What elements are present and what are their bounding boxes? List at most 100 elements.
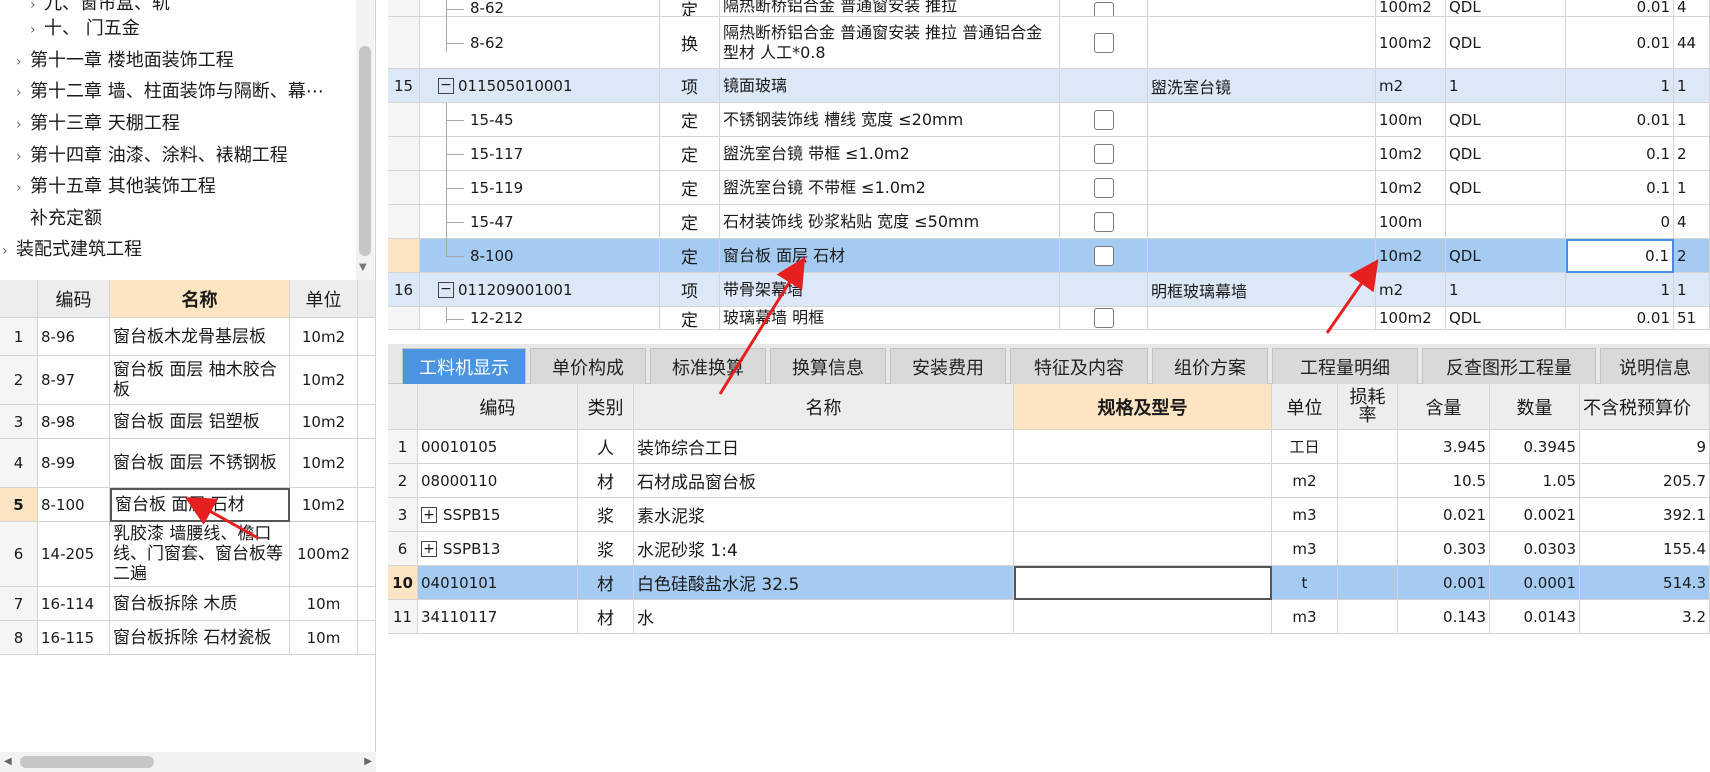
- upper-row-unit[interactable]: m2: [1376, 273, 1446, 307]
- lower-row-unit[interactable]: 工日: [1272, 430, 1338, 464]
- lower-header-loss[interactable]: 损耗率: [1338, 384, 1398, 430]
- upper-row-description[interactable]: [1148, 205, 1376, 239]
- main-material-checkbox[interactable]: [1093, 245, 1114, 266]
- lower-row-price[interactable]: 9: [1580, 430, 1710, 464]
- lower-row-spec[interactable]: [1014, 566, 1272, 600]
- lower-header-code[interactable]: 编码: [418, 384, 578, 430]
- main-material-checkbox[interactable]: [1093, 143, 1114, 164]
- list-header-code[interactable]: 编码: [38, 280, 110, 318]
- lower-row-code[interactable]: + SSPB15: [418, 498, 578, 532]
- collapse-icon[interactable]: −: [438, 77, 454, 94]
- lower-row-name[interactable]: 装饰综合工日: [634, 430, 1014, 464]
- upper-row-unit[interactable]: 100m: [1376, 103, 1446, 137]
- tab-6[interactable]: 特征及内容: [1010, 348, 1148, 384]
- tab-4[interactable]: 换算信息: [770, 348, 886, 384]
- tab-8[interactable]: 工程量明细: [1272, 348, 1418, 384]
- lower-row-unit[interactable]: m3: [1272, 498, 1338, 532]
- lower-row-content[interactable]: 10.5: [1398, 464, 1490, 498]
- tree-item[interactable]: › 第十一章 楼地面装饰工程: [16, 45, 234, 76]
- lower-row-quantity[interactable]: 0.0143: [1490, 600, 1580, 634]
- list-row-name[interactable]: 窗台板木龙骨基层板: [110, 318, 290, 356]
- lower-row-name[interactable]: 水泥砂浆 1:4: [634, 532, 1014, 566]
- list-row-code[interactable]: 8-98: [38, 405, 110, 439]
- collapse-icon[interactable]: −: [438, 281, 454, 298]
- tree-item[interactable]: › 第十二章 墙、柱面装饰与隔断、幕⋯: [16, 76, 324, 107]
- lower-row-loss-rate[interactable]: [1338, 566, 1398, 600]
- lower-row-unit[interactable]: m2: [1272, 464, 1338, 498]
- lower-row-name[interactable]: 白色硅酸盐水泥 32.5: [634, 566, 1014, 600]
- lower-row-content[interactable]: 0.303: [1398, 532, 1490, 566]
- upper-row-quantity[interactable]: 0.01: [1566, 103, 1674, 137]
- upper-row-unit[interactable]: 100m: [1376, 205, 1446, 239]
- upper-row-name[interactable]: 隔热断桥铝合金 普通窗安装 推拉: [720, 0, 1060, 17]
- main-material-checkbox[interactable]: [1093, 109, 1114, 130]
- upper-row-quantity[interactable]: 0.01: [1566, 0, 1674, 17]
- tab-2[interactable]: 单价构成: [530, 348, 646, 384]
- tab-1[interactable]: 工料机显示: [402, 348, 526, 384]
- list-row-name[interactable]: 窗台板 面层 不锈钢板: [110, 439, 290, 488]
- lower-row-code[interactable]: + SSPB13: [418, 532, 578, 566]
- list-row-unit[interactable]: 100m2: [290, 522, 358, 587]
- list-row-code[interactable]: 8-100: [38, 488, 110, 522]
- upper-row-description[interactable]: [1148, 17, 1376, 69]
- lower-row-spec[interactable]: [1014, 464, 1272, 498]
- lower-row-name[interactable]: 水: [634, 600, 1014, 634]
- upper-row-code[interactable]: −011209001001: [420, 273, 660, 307]
- lower-row-content[interactable]: 0.021: [1398, 498, 1490, 532]
- upper-row-code[interactable]: 8-62: [420, 17, 660, 69]
- tree-item[interactable]: › 十、 门五金: [30, 13, 140, 44]
- list-row-unit[interactable]: 10m2: [290, 405, 358, 439]
- lower-row-quantity[interactable]: 1.05: [1490, 464, 1580, 498]
- upper-row-name[interactable]: 玻璃幕墙 明框: [720, 307, 1060, 330]
- upper-row-quantity[interactable]: 0.1: [1566, 171, 1674, 205]
- list-row-unit[interactable]: 10m2: [290, 439, 358, 488]
- tab-7[interactable]: 组价方案: [1152, 348, 1268, 384]
- tree-scrollbar-thumb[interactable]: [359, 46, 371, 256]
- lower-row-content[interactable]: 0.001: [1398, 566, 1490, 600]
- lower-header-type[interactable]: 类别: [578, 384, 634, 430]
- upper-row-description[interactable]: [1148, 239, 1376, 273]
- upper-row-quantity-expression[interactable]: QDL: [1446, 17, 1566, 69]
- upper-row-quantity[interactable]: 0: [1566, 205, 1674, 239]
- upper-row-unit[interactable]: 100m2: [1376, 17, 1446, 69]
- tab-3[interactable]: 标准换算: [650, 348, 766, 384]
- list-row-code[interactable]: 16-115: [38, 621, 110, 655]
- list-header-name[interactable]: 名称: [110, 280, 290, 318]
- upper-row-quantity[interactable]: 0.01: [1566, 17, 1674, 69]
- list-row-code[interactable]: 14-205: [38, 522, 110, 587]
- upper-row-unit[interactable]: 10m2: [1376, 239, 1446, 273]
- upper-row-unit[interactable]: 10m2: [1376, 137, 1446, 171]
- chevron-right-icon[interactable]: ›: [16, 173, 30, 204]
- lower-row-spec[interactable]: [1014, 600, 1272, 634]
- list-horizontal-scrollbar[interactable]: ◀ ▶: [0, 752, 376, 772]
- scroll-left-arrow-icon[interactable]: ◀: [4, 756, 12, 767]
- lower-row-content[interactable]: 0.143: [1398, 600, 1490, 634]
- lower-row-loss-rate[interactable]: [1338, 600, 1398, 634]
- upper-row-name[interactable]: 盥洗室台镜 带框 ≤1.0m2: [720, 137, 1060, 171]
- upper-row-unit[interactable]: 100m2: [1376, 0, 1446, 17]
- lower-row-loss-rate[interactable]: [1338, 430, 1398, 464]
- upper-row-name[interactable]: 石材装饰线 砂浆粘贴 宽度 ≤50mm: [720, 205, 1060, 239]
- list-row-code[interactable]: 16-114: [38, 587, 110, 621]
- list-row-code[interactable]: 8-97: [38, 356, 110, 405]
- lower-row-price[interactable]: 155.4: [1580, 532, 1710, 566]
- lower-row-code[interactable]: 04010101: [418, 566, 578, 600]
- upper-row-description[interactable]: [1148, 307, 1376, 330]
- upper-row-code[interactable]: 15-119: [420, 171, 660, 205]
- expand-icon[interactable]: +: [421, 540, 437, 557]
- expand-icon[interactable]: +: [421, 506, 437, 523]
- lower-header-qty[interactable]: 数量: [1490, 384, 1580, 430]
- list-row-name[interactable]: 窗台板拆除 石材瓷板: [110, 621, 290, 655]
- upper-row-quantity[interactable]: 0.01: [1566, 307, 1674, 330]
- upper-row-quantity-expression[interactable]: 1: [1446, 273, 1566, 307]
- upper-row-code[interactable]: −011505010001: [420, 69, 660, 103]
- upper-row-unit[interactable]: m2: [1376, 69, 1446, 103]
- list-row-name[interactable]: 窗台板 面层 铝塑板: [110, 405, 290, 439]
- upper-row-name[interactable]: 镜面玻璃: [720, 69, 1060, 103]
- list-header-unit[interactable]: 单位: [290, 280, 358, 318]
- list-row-name[interactable]: 窗台板 面层 柚木胶合板: [110, 356, 290, 405]
- lower-row-spec[interactable]: [1014, 498, 1272, 532]
- chevron-right-icon[interactable]: ›: [16, 47, 30, 78]
- upper-row-code[interactable]: 8-62: [420, 0, 660, 17]
- tree-item[interactable]: › 第十五章 其他装饰工程: [16, 171, 216, 202]
